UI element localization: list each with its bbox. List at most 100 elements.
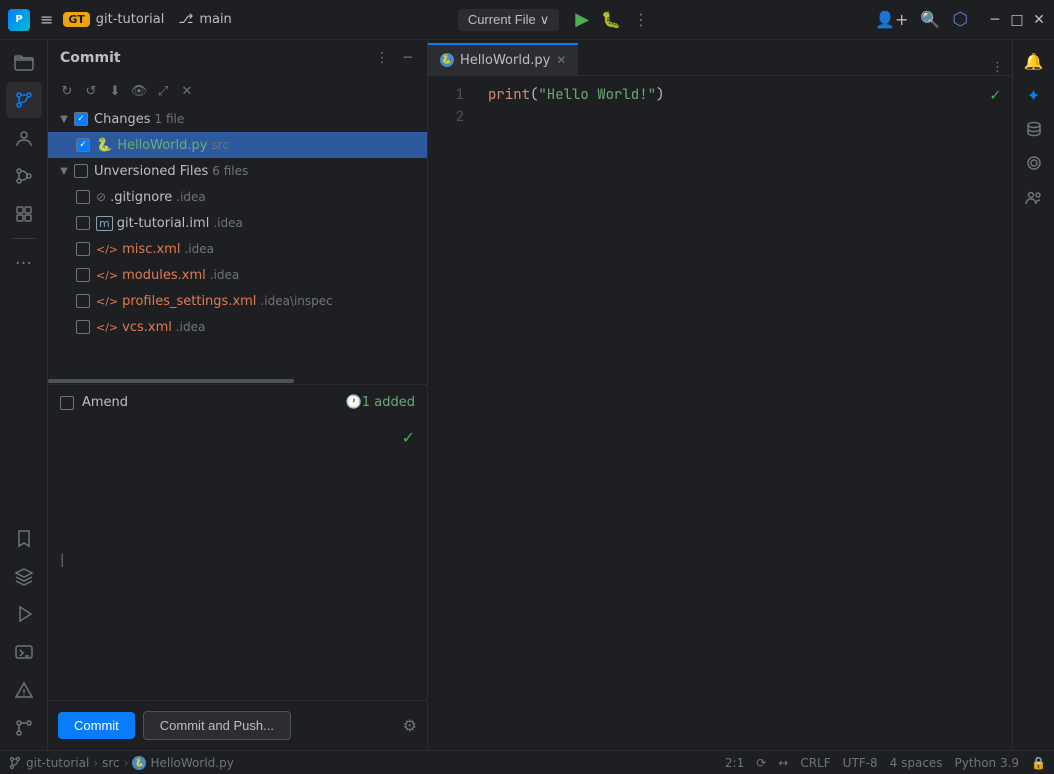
editor-checkmark: ✓ (990, 84, 1000, 106)
database-icon[interactable] (1019, 114, 1049, 144)
scrollbar-thumb[interactable] (48, 379, 294, 383)
changes-chevron: ▼ (56, 111, 72, 127)
tab-menu-icon[interactable]: ⋮ (983, 60, 1012, 75)
activity-item-terminal[interactable] (6, 634, 42, 670)
file-item-iml[interactable]: m git-tutorial.iml .idea (48, 210, 427, 236)
changes-section-header[interactable]: ▼ Changes 1 file (48, 106, 427, 132)
code-content[interactable]: print ( "Hello World!" ) ✓ (472, 76, 1012, 750)
unversioned-checkbox[interactable] (74, 164, 88, 178)
iml-checkbox[interactable] (76, 216, 90, 230)
horizontal-scrollbar[interactable] (48, 378, 427, 384)
activity-item-packages[interactable] (6, 196, 42, 232)
unversioned-section-header[interactable]: ▼ Unversioned Files 6 files (48, 158, 427, 184)
file-item-modules-xml[interactable]: </> modules.xml .idea (48, 262, 427, 288)
maximize-button[interactable]: □ (1010, 13, 1024, 27)
current-file-label: Current File (468, 12, 536, 27)
line-number-1: 1 (428, 84, 464, 106)
status-path[interactable]: git-tutorial › src › 🐍 HelloWorld.py (26, 756, 234, 770)
activity-item-run[interactable] (6, 596, 42, 632)
refresh-icon[interactable]: ↻ (56, 80, 78, 102)
status-branch[interactable] (8, 756, 22, 770)
commit-settings-icon[interactable]: ⚙ (403, 716, 417, 735)
panel-minimize-icon[interactable]: ─ (397, 47, 419, 69)
panel-more-icon[interactable]: ⋮ (371, 47, 393, 69)
helloworld-filepath: src (211, 138, 229, 152)
file-item-vcs-xml[interactable]: </> vcs.xml .idea (48, 314, 427, 340)
commit-buttons-area: Commit Commit and Push... ⚙ (48, 700, 427, 750)
file-item-misc-xml[interactable]: </> misc.xml .idea (48, 236, 427, 262)
encoding[interactable]: UTF-8 (843, 756, 878, 770)
eye-icon[interactable]: 👁 (128, 80, 150, 102)
iml-file-icon: m (96, 216, 113, 231)
status-left: git-tutorial › src › 🐍 HelloWorld.py (8, 756, 234, 770)
minimize-button[interactable]: ─ (988, 13, 1002, 27)
gitignore-filepath: .idea (176, 190, 206, 204)
editor-tab-helloworld[interactable]: 🐍 HelloWorld.py ✕ (428, 43, 578, 75)
expand-icon[interactable]: ⤢ (152, 80, 174, 102)
notifications-icon[interactable]: 🔔 (1019, 46, 1049, 76)
sync-icon[interactable]: ⟳ (756, 756, 766, 770)
indent-icon[interactable]: ↔ (778, 756, 788, 770)
commit-message-input[interactable] (52, 424, 423, 696)
misc-xml-checkbox[interactable] (76, 242, 90, 256)
branch-icon: ⎇ (178, 12, 193, 27)
activity-item-warning[interactable] (6, 672, 42, 708)
hamburger-menu-icon[interactable]: ≡ (36, 6, 57, 33)
panel-header: Commit ⋮ ─ (48, 40, 427, 76)
undo-icon[interactable]: ↺ (80, 80, 102, 102)
profiles-xml-checkbox[interactable] (76, 294, 90, 308)
file-item-profiles-xml[interactable]: </> profiles_settings.xml .idea\inspec (48, 288, 427, 314)
search-everywhere-icon[interactable]: 🔍 (920, 10, 940, 29)
activity-item-folder[interactable] (6, 44, 42, 80)
activity-item-more[interactable]: ··· (6, 245, 42, 281)
file-item-gitignore[interactable]: ⊘ .gitignore .idea (48, 184, 427, 210)
commit-message-area[interactable]: ✓ | (48, 420, 427, 700)
file-item-helloworld[interactable]: 🐍 HelloWorld.py src (48, 132, 427, 158)
activity-item-bookmark[interactable] (6, 520, 42, 556)
line-ending[interactable]: CRLF (800, 756, 830, 770)
activity-item-git-bottom[interactable] (6, 710, 42, 746)
run-icon[interactable]: ▶ (575, 9, 589, 30)
ai-assistant-icon[interactable]: ✦ (1019, 80, 1049, 110)
commit-button[interactable]: Commit (58, 712, 135, 739)
activity-item-layers[interactable] (6, 558, 42, 594)
changes-checkbox[interactable] (74, 112, 88, 126)
project-name[interactable]: git-tutorial (96, 12, 165, 27)
branch-name[interactable]: main (199, 12, 231, 27)
activity-item-merge[interactable] (6, 158, 42, 194)
commit-and-push-button[interactable]: Commit and Push... (143, 711, 291, 740)
amend-label: Amend (82, 395, 342, 410)
commit-message-checkmark: ✓ (402, 428, 415, 447)
close-panel-icon[interactable]: ✕ (176, 80, 198, 102)
plugin-icon[interactable]: ⬡ (952, 9, 968, 30)
cursor-position[interactable]: 2:1 (725, 756, 744, 770)
debug-icon[interactable]: 🐛 (601, 10, 621, 29)
team-icon[interactable] (1019, 182, 1049, 212)
download-icon[interactable]: ⬇ (104, 80, 126, 102)
helloworld-filename: HelloWorld.py (117, 138, 207, 153)
lock-icon[interactable]: 🔒 (1031, 756, 1046, 770)
indent-size[interactable]: 4 spaces (890, 756, 943, 770)
amend-checkbox[interactable] (60, 396, 74, 410)
close-button[interactable]: ✕ (1032, 13, 1046, 27)
xml-file-icon-misc: </> (96, 243, 118, 256)
unversioned-count: 6 files (212, 164, 248, 178)
title-bar-right: 👤+ 🔍 ⬡ ─ □ ✕ (875, 9, 1046, 30)
xml-file-icon-profiles: </> (96, 295, 118, 308)
copilot-icon[interactable] (1019, 148, 1049, 178)
panel-header-icons: ⋮ ─ (371, 47, 419, 69)
more-options-icon[interactable]: ⋮ (633, 10, 649, 29)
vcs-xml-checkbox[interactable] (76, 320, 90, 334)
title-bar-left: P ≡ GT git-tutorial ⎇ main (8, 6, 232, 33)
modules-xml-checkbox[interactable] (76, 268, 90, 282)
panel-title: Commit (60, 50, 365, 66)
activity-item-person[interactable] (6, 120, 42, 156)
gitignore-checkbox[interactable] (76, 190, 90, 204)
python-version[interactable]: Python 3.9 (955, 756, 1020, 770)
helloworld-checkbox[interactable] (76, 138, 90, 152)
current-file-button[interactable]: Current File ∨ (458, 9, 559, 31)
add-user-icon[interactable]: 👤+ (875, 10, 908, 29)
activity-item-git[interactable] (6, 82, 42, 118)
amend-clock-icon[interactable]: 🕐 (346, 395, 362, 410)
tab-close-icon[interactable]: ✕ (556, 53, 566, 67)
